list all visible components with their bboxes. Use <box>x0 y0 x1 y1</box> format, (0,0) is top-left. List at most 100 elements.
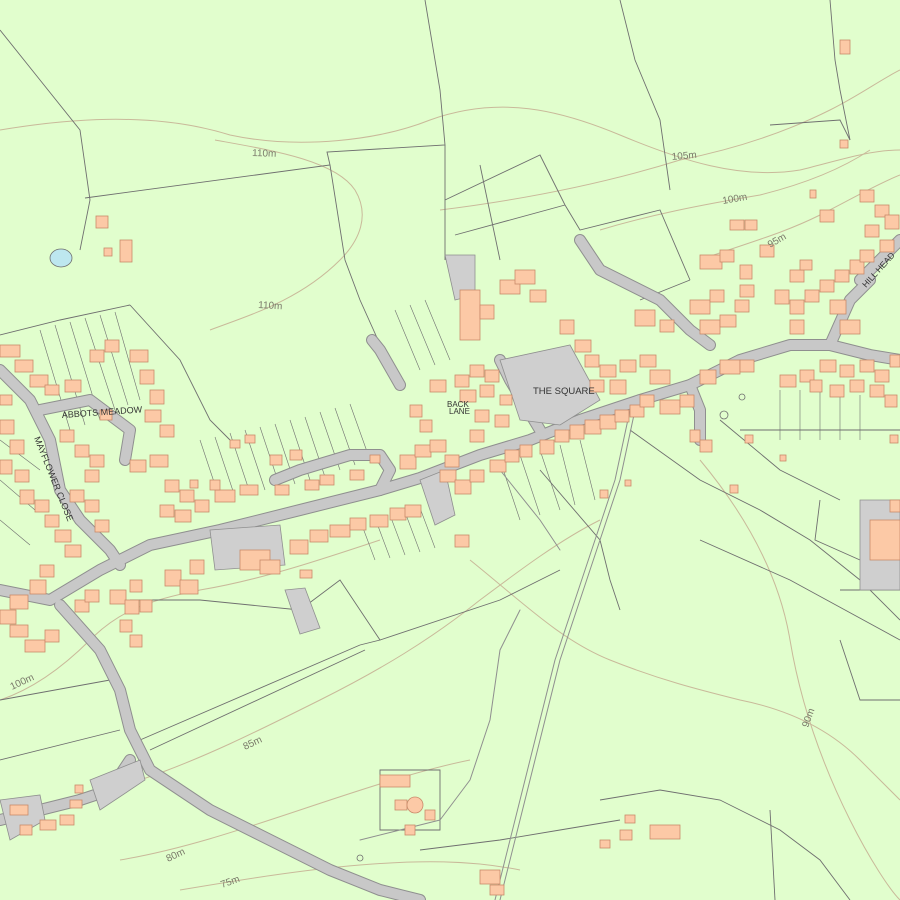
building <box>74 784 84 794</box>
building <box>103 247 113 257</box>
building <box>599 364 617 378</box>
building <box>599 489 609 499</box>
building <box>109 589 127 605</box>
building <box>889 354 900 368</box>
building <box>39 819 57 831</box>
building <box>529 289 547 303</box>
building <box>839 364 855 378</box>
building <box>699 369 717 385</box>
building <box>744 219 758 231</box>
building <box>554 429 570 443</box>
contour-label-100-right: 100m <box>722 192 749 207</box>
building <box>104 339 120 353</box>
building <box>454 534 470 548</box>
building <box>179 579 199 595</box>
building <box>489 884 505 896</box>
map-canvas: 110m 110m 105m 100m 95m 100m 90m 85m 80m… <box>0 0 900 900</box>
contour-label-75: 75m <box>219 874 241 891</box>
building <box>744 434 754 444</box>
building <box>349 469 365 481</box>
building <box>834 269 850 283</box>
building <box>729 219 745 231</box>
building <box>559 319 575 335</box>
building <box>489 459 507 473</box>
building <box>129 634 143 648</box>
building <box>369 514 389 528</box>
building <box>454 479 472 495</box>
building <box>189 479 199 489</box>
building <box>409 404 423 418</box>
building <box>439 469 457 483</box>
building <box>584 354 600 368</box>
building <box>84 469 100 483</box>
building <box>739 264 753 280</box>
building <box>614 409 630 423</box>
building <box>14 359 34 373</box>
building <box>619 359 637 373</box>
street-label-the-square: THE SQUARE <box>533 386 595 397</box>
building <box>799 259 813 271</box>
building <box>144 409 162 423</box>
building <box>394 799 408 811</box>
contour-label-80: 80m <box>165 847 187 865</box>
building <box>89 454 105 468</box>
building <box>95 215 109 229</box>
building <box>499 394 513 406</box>
roads <box>0 234 900 900</box>
building <box>69 799 83 809</box>
building <box>859 189 875 203</box>
building <box>174 509 192 523</box>
contour-label-110-top: 110m <box>252 148 277 160</box>
building <box>89 349 105 363</box>
building <box>164 569 182 587</box>
building <box>619 829 633 841</box>
building <box>599 839 611 849</box>
building <box>194 499 210 513</box>
building <box>819 359 837 373</box>
building <box>484 369 500 383</box>
building <box>404 824 416 836</box>
building <box>0 394 13 406</box>
building <box>119 619 133 633</box>
building <box>884 214 900 230</box>
building <box>659 399 681 415</box>
building <box>289 449 303 461</box>
building <box>69 489 85 503</box>
building <box>829 299 847 315</box>
building <box>149 389 165 405</box>
building <box>14 469 30 483</box>
building <box>479 384 495 398</box>
building <box>159 504 175 518</box>
building <box>839 139 849 149</box>
ordnance-map[interactable]: 110m 110m 105m 100m 95m 100m 90m 85m 80m… <box>0 0 900 900</box>
building <box>429 379 447 393</box>
contour-label-110-mid: 110m <box>258 300 283 312</box>
building <box>19 489 35 505</box>
building <box>869 384 885 398</box>
contour-label-90: 90m <box>800 707 817 729</box>
building <box>119 239 133 263</box>
building <box>129 459 147 473</box>
building <box>34 499 50 513</box>
building <box>309 529 329 543</box>
building <box>9 624 29 638</box>
building <box>889 434 899 444</box>
building <box>699 439 713 453</box>
building <box>414 444 432 458</box>
building <box>469 364 485 378</box>
building <box>94 519 110 533</box>
building <box>379 774 411 788</box>
building <box>0 344 21 358</box>
building <box>19 824 33 836</box>
building <box>649 369 671 385</box>
building <box>64 379 82 393</box>
building <box>189 559 205 575</box>
building <box>44 629 60 643</box>
building <box>239 484 259 496</box>
building <box>719 359 741 375</box>
building <box>634 309 656 327</box>
building <box>229 439 241 449</box>
building <box>304 479 320 491</box>
building <box>829 384 845 398</box>
building <box>689 299 711 315</box>
